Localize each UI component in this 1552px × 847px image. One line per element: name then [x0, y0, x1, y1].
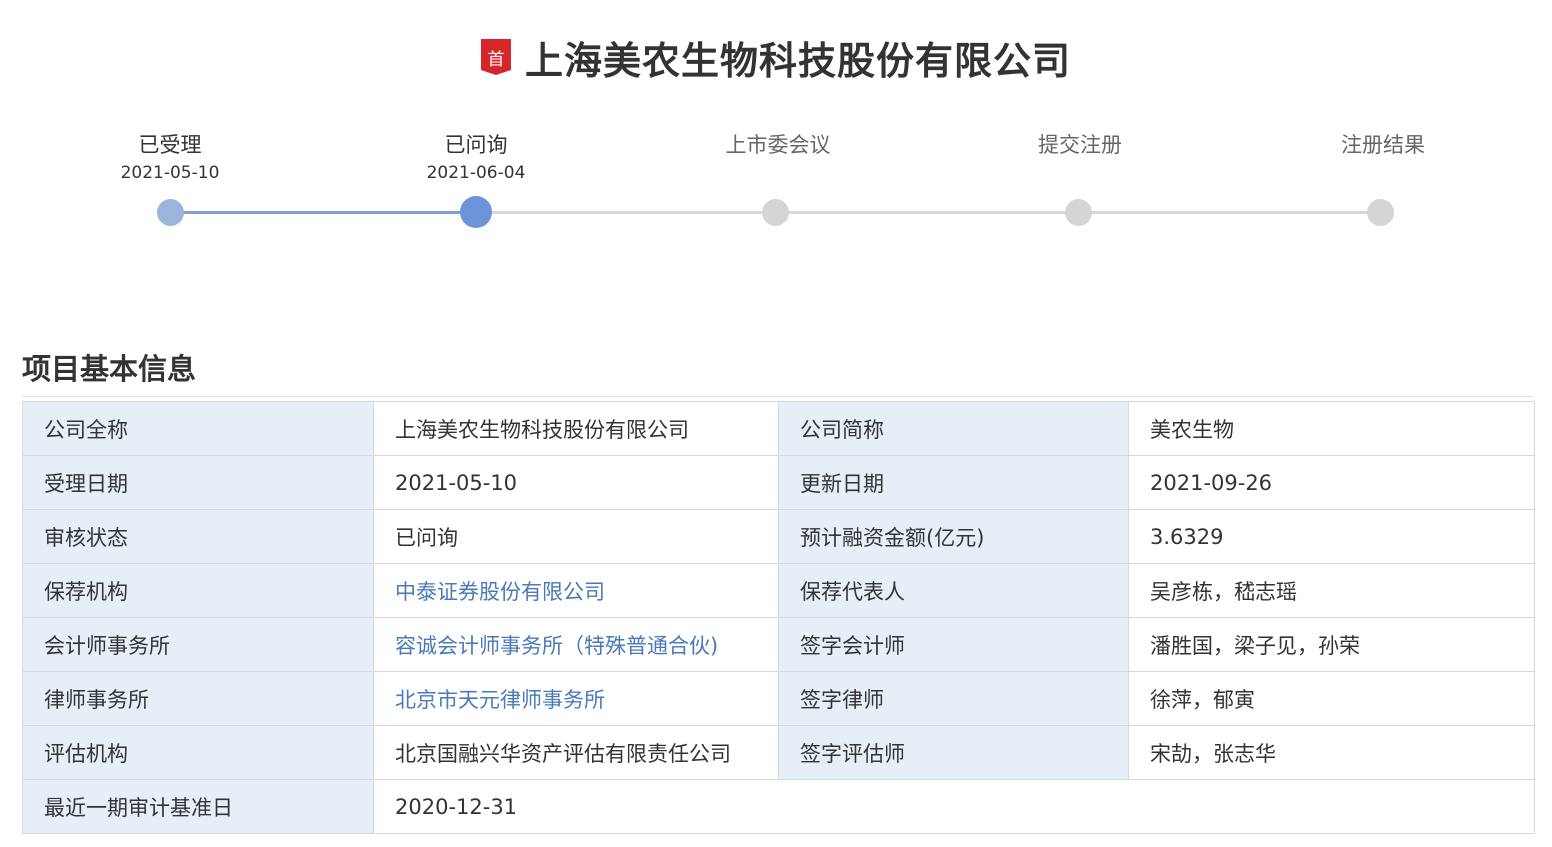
page-header: 首 上海美农生物科技股份有限公司	[0, 30, 1552, 84]
table-row: 受理日期 2021-05-10 更新日期 2021-09-26	[22, 455, 1535, 510]
company-short-name-value: 美农生物	[1128, 401, 1535, 456]
update-date-value: 2021-09-26	[1128, 455, 1535, 510]
table-row: 会计师事务所 容诚会计师事务所（特殊普通合伙) 签字会计师 潘胜国，梁子见，孙荣	[22, 617, 1535, 672]
timeline-step-date: 2021-06-04	[426, 163, 526, 183]
timeline-line-completed	[170, 211, 476, 214]
company-full-name-value: 上海美农生物科技股份有限公司	[373, 401, 779, 456]
timeline-dot-accepted	[157, 199, 184, 226]
timeline-dot-inquired	[460, 196, 492, 228]
signing-accountant-value: 潘胜国，梁子见，孙荣	[1128, 617, 1535, 672]
project-info-table: 公司全称 上海美农生物科技股份有限公司 公司简称 美农生物 受理日期 2021-…	[22, 401, 1535, 834]
sponsor-rep-value: 吴彦栋，嵇志瑶	[1128, 563, 1535, 618]
review-status-label: 审核状态	[22, 509, 374, 564]
timeline-dot-listing-committee	[762, 199, 789, 226]
section-title: 项目基本信息	[22, 352, 197, 386]
review-progress-timeline: 已受理 2021-05-10 已问询 2021-06-04 上市委会议 提交注册…	[0, 130, 1552, 240]
accounting-firm-label: 会计师事务所	[22, 617, 374, 672]
law-firm-link[interactable]: 北京市天元律师事务所	[395, 688, 605, 712]
timeline-step-listing-committee: 上市委会议	[668, 130, 888, 160]
timeline-step-registration-result: 注册结果	[1273, 130, 1493, 160]
appraisal-value: 北京国融兴华资产评估有限责任公司	[373, 725, 779, 780]
sponsor-cell: 中泰证券股份有限公司	[373, 563, 779, 618]
accept-date-value: 2021-05-10	[373, 455, 779, 510]
signing-accountant-label: 签字会计师	[778, 617, 1129, 672]
accounting-firm-link[interactable]: 容诚会计师事务所（特殊普通合伙)	[395, 634, 718, 658]
audit-date-label: 最近一期审计基准日	[22, 779, 374, 834]
update-date-label: 更新日期	[778, 455, 1129, 510]
table-row: 公司全称 上海美农生物科技股份有限公司 公司简称 美农生物	[22, 401, 1535, 456]
accept-date-label: 受理日期	[22, 455, 374, 510]
company-full-name-label: 公司全称	[22, 401, 374, 456]
timeline-step-submit-registration: 提交注册	[970, 130, 1190, 160]
timeline-step-inquired: 已问询 2021-06-04	[366, 130, 586, 186]
signing-lawyer-label: 签字律师	[778, 671, 1129, 726]
timeline-step-label: 上市委会议	[725, 133, 831, 157]
sponsor-label: 保荐机构	[22, 563, 374, 618]
timeline-step-label: 已问询	[444, 133, 508, 157]
section-divider	[22, 396, 1534, 397]
signing-lawyer-value: 徐萍，郁寅	[1128, 671, 1535, 726]
review-status-value: 已问询	[373, 509, 779, 564]
signing-appraiser-value: 宋劼，张志华	[1128, 725, 1535, 780]
timeline-dot-registration-result	[1367, 199, 1394, 226]
timeline-line-pending	[476, 211, 1380, 214]
audit-date-value: 2020-12-31	[373, 779, 1535, 834]
timeline-step-date: 2021-05-10	[120, 163, 220, 183]
company-short-name-label: 公司简称	[778, 401, 1129, 456]
table-row: 保荐机构 中泰证券股份有限公司 保荐代表人 吴彦栋，嵇志瑶	[22, 563, 1535, 618]
sponsor-rep-label: 保荐代表人	[778, 563, 1129, 618]
first-listing-badge-icon: 首	[480, 39, 511, 75]
table-row: 最近一期审计基准日 2020-12-31	[22, 779, 1535, 834]
table-row: 评估机构 北京国融兴华资产评估有限责任公司 签字评估师 宋劼，张志华	[22, 725, 1535, 780]
financing-amount-value: 3.6329	[1128, 509, 1535, 564]
timeline-step-label: 注册结果	[1341, 133, 1425, 157]
financing-amount-label: 预计融资金额(亿元)	[778, 509, 1129, 564]
signing-appraiser-label: 签字评估师	[778, 725, 1129, 780]
table-row: 律师事务所 北京市天元律师事务所 签字律师 徐萍，郁寅	[22, 671, 1535, 726]
timeline-step-label: 提交注册	[1038, 133, 1122, 157]
appraisal-label: 评估机构	[22, 725, 374, 780]
law-firm-cell: 北京市天元律师事务所	[373, 671, 779, 726]
law-firm-label: 律师事务所	[22, 671, 374, 726]
accounting-firm-cell: 容诚会计师事务所（特殊普通合伙)	[373, 617, 779, 672]
page-title: 上海美农生物科技股份有限公司	[524, 38, 1071, 83]
table-row: 审核状态 已问询 预计融资金额(亿元) 3.6329	[22, 509, 1535, 564]
timeline-step-label: 已受理	[138, 133, 202, 157]
sponsor-link[interactable]: 中泰证券股份有限公司	[395, 580, 605, 604]
timeline-dot-submit-registration	[1065, 199, 1092, 226]
timeline-step-accepted: 已受理 2021-05-10	[60, 130, 280, 186]
